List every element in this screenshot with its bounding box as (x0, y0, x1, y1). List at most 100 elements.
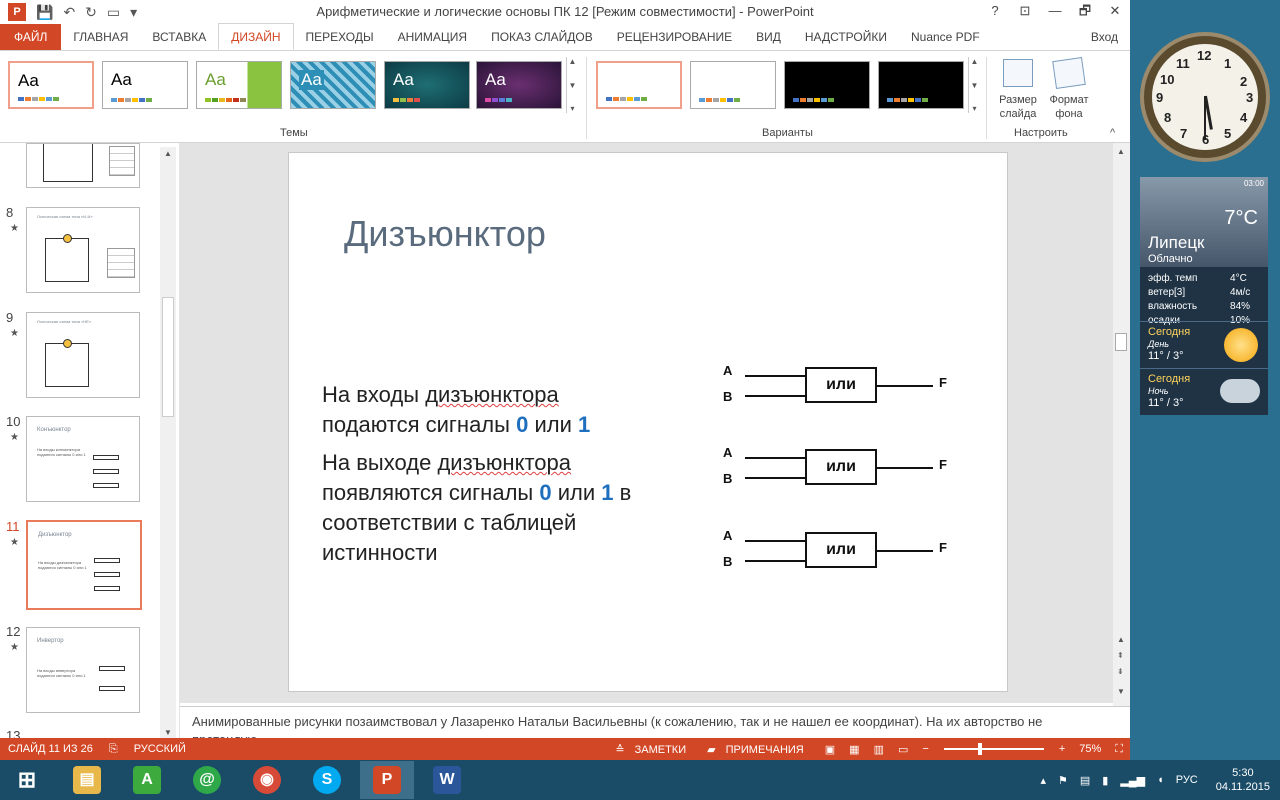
slide-thumbnail-8[interactable]: Логическая схема типа «И-И» (26, 207, 140, 293)
taskbar-mail-agent[interactable]: @ (180, 761, 234, 799)
customize-qa-icon[interactable]: ▾ (130, 2, 137, 22)
variants-gallery-scroll[interactable]: ▲ ▼ ▾ (968, 57, 980, 113)
notes-text[interactable]: Анимированные рисунки позаимствовал у Ла… (192, 713, 1092, 738)
tab-home[interactable]: ГЛАВНАЯ (61, 24, 140, 50)
text-run: или (551, 480, 602, 505)
slide-canvas[interactable]: Дизъюнктор На входы дизъюнктора подаются … (288, 152, 1008, 692)
slide-sorter-icon[interactable]: ▦ (849, 743, 859, 756)
or-gate-diagram[interactable]: A B или F (723, 361, 963, 417)
help-button[interactable]: ? (980, 0, 1010, 22)
tray-expand-icon[interactable]: ▴ (1040, 774, 1046, 787)
zoom-slider[interactable] (943, 743, 1044, 755)
sign-in-link[interactable]: Вход (1079, 24, 1130, 50)
forecast-sub: День (1148, 339, 1170, 349)
variant-4[interactable] (878, 61, 964, 109)
taskbar-app-a[interactable]: A (120, 761, 174, 799)
theme-office-2[interactable]: Aa (102, 61, 188, 109)
thumbnails-scroll-thumb[interactable] (162, 297, 174, 417)
slide-size-button[interactable]: Размер слайда (994, 59, 1042, 121)
theme-wisp[interactable]: Aa (384, 61, 470, 109)
start-button[interactable]: ⊞ (0, 761, 54, 799)
normal-view-icon[interactable]: ▣ (825, 743, 835, 756)
system-tray: ▴ ⚑ ▤ ▮ ▂▄▆ ◖ РУС 5:30 04.11.2015 (1034, 760, 1280, 800)
tab-nuance-pdf[interactable]: Nuance PDF (899, 24, 992, 50)
animation-star-icon: ★ (10, 223, 19, 234)
tab-addins[interactable]: НАДСТРОЙКИ (793, 24, 899, 50)
slide-thumbnail-10[interactable]: Конъюнктор На входы конъюнктора подаются… (26, 416, 140, 502)
tab-file[interactable]: ФАЙЛ (0, 24, 62, 50)
slide-thumbnail-11-selected[interactable]: Дизъюнктор На входы дизъюнктора подаются… (26, 520, 142, 610)
close-button[interactable]: ✕ (1100, 0, 1130, 22)
variant-2[interactable] (690, 61, 776, 109)
start-slideshow-icon[interactable]: ▭ (107, 2, 120, 22)
taskbar-file-explorer[interactable]: ▤ (60, 761, 114, 799)
slide-body-text[interactable]: На входы дизъюнктора подаются сигналы 0 и… (322, 380, 692, 576)
redo-icon[interactable]: ↻ (85, 2, 97, 22)
theme-sample: Aa (111, 70, 132, 89)
fit-slide-icon[interactable]: ⛶ (1115, 743, 1123, 756)
keyboard-language[interactable]: РУС (1176, 774, 1198, 786)
taskbar-clock[interactable]: 5:30 04.11.2015 (1216, 766, 1270, 794)
or-gate-diagram[interactable]: A B или F (723, 526, 963, 582)
tab-slideshow[interactable]: ПОКАЗ СЛАЙДОВ (479, 24, 605, 50)
spellcheck-icon[interactable]: ⎘ (109, 743, 118, 756)
or-gate-diagram[interactable]: A B или F (723, 443, 963, 499)
zoom-slider-thumb[interactable] (977, 743, 982, 755)
tab-design[interactable]: ДИЗАЙН (218, 23, 294, 50)
animation-star-icon: ★ (10, 432, 19, 443)
slide-scrollbar[interactable]: ▲ ▲ ⇞ ⇟ ▼ (1113, 143, 1130, 706)
signal-icon[interactable]: ▂▄▆ (1120, 774, 1145, 787)
restore-button[interactable]: 🗗 (1070, 0, 1100, 22)
slide-thumbnail-7[interactable] (26, 143, 140, 188)
reading-view-icon[interactable]: ▥ (874, 743, 884, 756)
tab-transitions[interactable]: ПЕРЕХОДЫ (294, 24, 386, 50)
network-icon[interactable]: ▤ (1080, 774, 1090, 787)
thumbnails-scrollbar[interactable]: ▲ ▼ (160, 147, 176, 739)
variant-3[interactable] (784, 61, 870, 109)
battery-icon[interactable]: ▮ (1102, 774, 1108, 787)
text-run: подаются сигналы (322, 412, 517, 437)
taskbar-word[interactable]: W (420, 761, 474, 799)
tab-insert[interactable]: ВСТАВКА (140, 24, 218, 50)
collapse-ribbon-icon[interactable]: ^ (1110, 127, 1115, 139)
format-background-button[interactable]: Формат фона (1044, 57, 1094, 121)
notes-pane[interactable]: Анимированные рисунки позаимствовал у Ла… (180, 706, 1130, 738)
ribbon-display-button[interactable]: ⊡ (1010, 0, 1040, 22)
zoom-out-button[interactable]: − (922, 743, 928, 755)
zoom-level[interactable]: 75% (1079, 743, 1101, 755)
comments-toggle-button[interactable]: ▰ ПРИМЕЧАНИЯ (707, 743, 811, 756)
taskbar-chrome[interactable]: ◉ (240, 761, 294, 799)
slideshow-view-icon[interactable]: ▭ (898, 743, 908, 756)
flag-icon[interactable]: ⚑ (1058, 774, 1068, 787)
weather-city: Липецк (1148, 233, 1205, 252)
tab-review[interactable]: РЕЦЕНЗИРОВАНИЕ (605, 24, 744, 50)
themes-gallery-scroll[interactable]: ▲ ▼ ▾ (566, 57, 578, 113)
tab-view[interactable]: ВИД (744, 24, 793, 50)
theme-office[interactable]: Aa (8, 61, 94, 109)
volume-icon[interactable]: ◖ (1157, 774, 1164, 786)
save-icon[interactable]: 💾 (36, 2, 53, 22)
theme-ion[interactable]: Aa (290, 61, 376, 109)
gate-input-a: A (723, 528, 733, 543)
gate-box: или (805, 367, 877, 403)
minimize-button[interactable]: — (1040, 0, 1070, 22)
weather-night-forecast: Сегодня Ночь 11° / 3° (1140, 368, 1268, 414)
notes-toggle-button[interactable]: ≙ ЗАМЕТКИ (615, 743, 693, 756)
slide-thumbnail-12[interactable]: Инвертор На входы инвертора подаются сиг… (26, 627, 140, 713)
slide-scroll-thumb[interactable] (1115, 333, 1127, 351)
slide-title[interactable]: Дизъюнктор (344, 213, 546, 255)
language-indicator[interactable]: РУССКИЙ (134, 743, 186, 755)
taskbar-powerpoint[interactable]: P (360, 761, 414, 799)
undo-icon[interactable]: ↶ (63, 2, 75, 22)
theme-facet[interactable]: Aa (196, 61, 282, 109)
slide-thumbnail-9[interactable]: Логическая схема типа «НЕ» (26, 312, 140, 398)
slide-size-icon (1003, 59, 1033, 87)
variant-1[interactable] (596, 61, 682, 109)
zoom-in-button[interactable]: + (1059, 743, 1065, 755)
taskbar-skype[interactable]: S (300, 761, 354, 799)
theme-celestial[interactable]: Aa (476, 61, 562, 109)
format-background-label: Формат фона (1049, 94, 1089, 120)
status-bar: СЛАЙД 11 ИЗ 26 ⎘ РУССКИЙ ≙ ЗАМЕТКИ ▰ ПРИ… (0, 738, 1130, 760)
sun-icon (1224, 328, 1258, 362)
tab-animation[interactable]: АНИМАЦИЯ (386, 24, 479, 50)
